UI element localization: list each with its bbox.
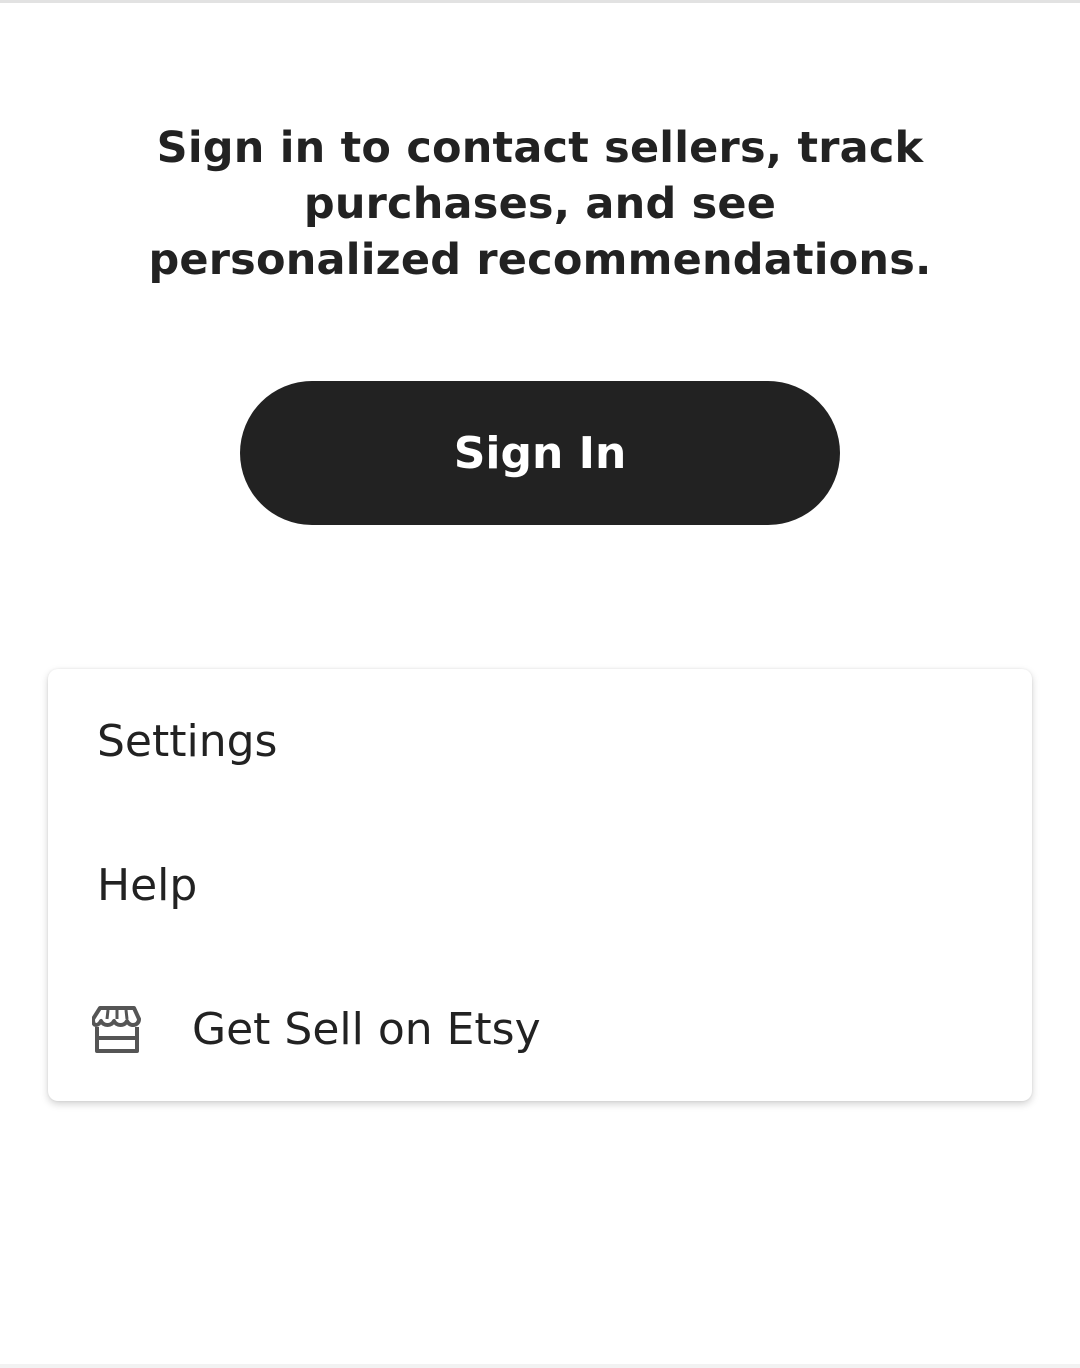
account-page: Sign in to contact sellers, track purcha… bbox=[0, 0, 1080, 1368]
menu-item-label: Help bbox=[97, 859, 198, 911]
account-menu: Settings Help Get Sell on Etsy bbox=[48, 669, 1032, 1101]
menu-item-help[interactable]: Help bbox=[48, 813, 1032, 957]
menu-item-sell-on-etsy[interactable]: Get Sell on Etsy bbox=[48, 957, 1032, 1101]
menu-item-label: Settings bbox=[97, 715, 278, 767]
menu-item-settings[interactable]: Settings bbox=[48, 669, 1032, 813]
menu-item-label: Get Sell on Etsy bbox=[192, 1003, 541, 1055]
shop-icon bbox=[92, 1005, 142, 1053]
sign-in-prompt: Sign in to contact sellers, track purcha… bbox=[148, 123, 932, 285]
bottom-divider bbox=[0, 1364, 1080, 1368]
sign-in-button[interactable]: Sign In bbox=[240, 381, 840, 525]
